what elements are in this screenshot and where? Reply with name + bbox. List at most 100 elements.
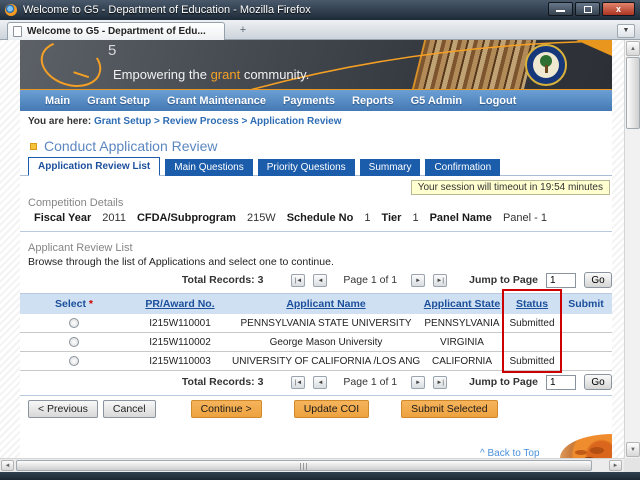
select-radio-row3[interactable]: [69, 355, 79, 366]
horizontal-scrollbar[interactable]: ◄ ►: [0, 458, 624, 472]
tab-summary[interactable]: Summary: [359, 159, 421, 176]
jump-to-page-input[interactable]: [546, 272, 576, 288]
tagline-accent: grant: [210, 67, 241, 82]
total-records: Total Records: 3: [181, 376, 264, 388]
next-page-button[interactable]: ►: [411, 375, 426, 389]
previous-button[interactable]: < Previous: [28, 400, 98, 418]
breadcrumb-link-grant-setup[interactable]: Grant Setup: [94, 116, 151, 127]
first-page-button[interactable]: |◄: [291, 273, 306, 287]
nav-item-g5-admin[interactable]: G5 Admin: [411, 95, 463, 107]
session-timeout-message: Your session will timeout in 19:54 minut…: [410, 180, 610, 195]
breadcrumb: You are here: Grant Setup > Review Proce…: [28, 116, 342, 127]
scroll-right-icon[interactable]: ►: [609, 460, 622, 471]
next-page-button[interactable]: ►: [411, 273, 426, 287]
field-label-fiscal-year: Fiscal Year: [34, 212, 92, 224]
nav-item-payments[interactable]: Payments: [283, 95, 335, 107]
browser-tab[interactable]: Welcome to G5 - Department of Edu...: [7, 22, 225, 40]
scroll-left-icon[interactable]: ◄: [1, 460, 14, 471]
last-page-button[interactable]: ►|: [433, 273, 448, 287]
tab-priority-questions[interactable]: Priority Questions: [257, 159, 355, 176]
g5-logo-sup: 5: [108, 42, 117, 59]
horizontal-scroll-thumb[interactable]: [16, 460, 592, 471]
field-value-cfda: 215W: [246, 212, 276, 224]
select-radio-row1[interactable]: [69, 317, 79, 328]
pr-award-no: I215W110002: [149, 336, 211, 348]
nav-item-grant-setup[interactable]: Grant Setup: [87, 95, 150, 107]
page-indicator: Page 1 of 1: [343, 376, 398, 388]
prev-page-button[interactable]: ◄: [313, 273, 328, 287]
vertical-scroll-thumb[interactable]: [626, 57, 640, 129]
scroll-down-icon[interactable]: ▼: [626, 442, 640, 457]
applicant-name: PENNSYLVANIA STATE UNIVERSITY: [240, 317, 412, 329]
minimize-button[interactable]: [548, 2, 573, 16]
title-bar: Welcome to G5 - Department of Education …: [0, 0, 640, 20]
scroll-up-icon[interactable]: ▲: [626, 41, 640, 56]
jump-to-page-label: Jump to Page: [469, 274, 538, 286]
g5-header-banner: 5 Empowering the grant community.: [20, 40, 612, 90]
nav-item-logout[interactable]: Logout: [479, 95, 516, 107]
table-row: I215W110003 UNIVERSITY OF CALIFORNIA /LO…: [20, 352, 612, 371]
competition-details-fields: Fiscal Year 2011 CFDA/Subprogram 215W Sc…: [34, 212, 547, 224]
tab-application-review-list[interactable]: Application Review List: [28, 157, 161, 176]
page-title-row: Conduct Application Review: [30, 138, 218, 154]
total-records: Total Records: 3: [181, 274, 264, 286]
tab-main-questions[interactable]: Main Questions: [165, 159, 253, 176]
jump-to-page-input[interactable]: [546, 374, 576, 390]
applicant-state: CALIFORNIA: [431, 355, 492, 367]
tab-list-dropdown[interactable]: ▼: [617, 24, 635, 38]
table-header-row: Select * PR/Award No. Applicant Name App…: [20, 293, 612, 314]
firefox-icon: [5, 4, 17, 16]
go-button[interactable]: Go: [584, 374, 612, 390]
col-applicant-state-sort-link[interactable]: Applicant State: [424, 298, 500, 310]
go-button[interactable]: Go: [584, 272, 612, 288]
field-label-cfda: CFDA/Subprogram: [136, 212, 236, 224]
applicant-name: George Mason University: [269, 336, 383, 348]
maximize-icon: [584, 6, 592, 13]
maximize-button[interactable]: [575, 2, 600, 16]
prev-page-button[interactable]: ◄: [313, 375, 328, 389]
field-value-tier: 1: [412, 212, 419, 224]
nav-item-grant-maintenance[interactable]: Grant Maintenance: [167, 95, 266, 107]
minimize-icon: [556, 10, 565, 12]
col-applicant-name: Applicant Name: [232, 298, 420, 310]
col-select-label: Select: [55, 298, 86, 310]
vertical-scrollbar[interactable]: ▲ ▼: [624, 40, 640, 458]
table-row: I215W110001 PENNSYLVANIA STATE UNIVERSIT…: [20, 314, 612, 333]
pr-award-no: I215W110003: [149, 355, 211, 367]
browser-tab-bar: Welcome to G5 - Department of Edu... + ▼: [0, 20, 640, 40]
new-tab-button[interactable]: +: [232, 25, 254, 38]
applicant-review-list-heading: Applicant Review List: [28, 242, 133, 254]
nav-item-main[interactable]: Main: [45, 95, 70, 107]
applicant-state: VIRGINIA: [440, 336, 484, 348]
breadcrumb-link-review-process[interactable]: Review Process: [163, 116, 239, 127]
jump-to-page-label: Jump to Page: [469, 376, 538, 388]
classroom-corner-image: [560, 434, 612, 458]
col-status-sort-link[interactable]: Status: [516, 298, 548, 310]
scrollbar-corner: [624, 458, 640, 472]
submit-selected-button[interactable]: Submit Selected: [401, 400, 498, 418]
field-label-panel-name: Panel Name: [429, 212, 492, 224]
action-buttons: < Previous Cancel Continue > Update COI …: [28, 400, 498, 418]
field-value-panel-name: Panel - 1: [502, 212, 547, 224]
select-radio-row2[interactable]: [69, 336, 79, 347]
col-applicant-name-sort-link[interactable]: Applicant Name: [286, 298, 365, 310]
divider: [20, 231, 612, 232]
tagline: Empowering the grant community.: [113, 67, 309, 82]
continue-button[interactable]: Continue >: [190, 400, 262, 418]
first-page-button[interactable]: |◄: [291, 375, 306, 389]
tagline-suffix: community.: [240, 67, 310, 82]
breadcrumb-link-application-review[interactable]: Application Review: [250, 116, 342, 127]
col-applicant-state: Applicant State: [420, 298, 504, 310]
close-button[interactable]: x: [602, 2, 635, 16]
update-coi-button[interactable]: Update COI: [293, 400, 370, 418]
divider: [20, 395, 612, 396]
pr-award-no: I215W110001: [149, 317, 211, 329]
nav-item-reports[interactable]: Reports: [352, 95, 394, 107]
tagline-prefix: Empowering the: [113, 67, 211, 82]
seal-trunk: [545, 65, 548, 73]
last-page-button[interactable]: ►|: [433, 375, 448, 389]
col-pr-award-sort-link[interactable]: PR/Award No.: [145, 298, 214, 310]
cancel-button[interactable]: Cancel: [102, 400, 156, 418]
tab-confirmation[interactable]: Confirmation: [425, 159, 501, 176]
page-viewport: 5 Empowering the grant community. Main G…: [0, 40, 624, 459]
